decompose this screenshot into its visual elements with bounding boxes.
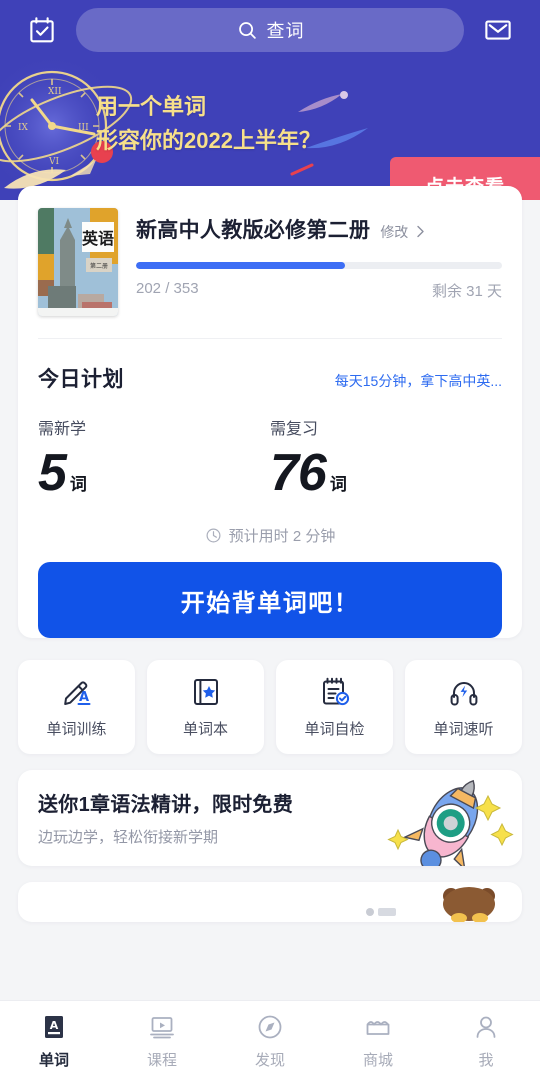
- svg-text:IX: IX: [18, 123, 29, 133]
- book-progress-bar: [136, 262, 502, 269]
- stat-unit: 词: [329, 475, 347, 494]
- search-icon: [238, 22, 256, 39]
- bottom-navigation: A 单词 课程 发现 商城 我: [0, 1000, 540, 1080]
- banner-line-2: 形容你的2022上半年？: [96, 128, 321, 154]
- banner-headline: 用一个单词 形容你的2022上半年？: [96, 90, 321, 158]
- nav-label: 课程: [146, 1051, 177, 1069]
- nav-item-courses[interactable]: 课程: [108, 1001, 216, 1080]
- headphones-bolt-icon: [450, 682, 477, 706]
- stat-new-words: 需新学 5 词: [38, 415, 270, 499]
- tile-word-selftest[interactable]: 单词自检: [276, 660, 393, 754]
- book-edit-button[interactable]: 修改: [380, 222, 425, 242]
- next-card-decoration: [366, 908, 396, 916]
- book-title-line: 新高中人教版必修第二册 修改: [136, 214, 502, 244]
- video-course-icon: [150, 1016, 174, 1038]
- svg-text:VI: VI: [48, 157, 59, 167]
- remaining-days: 剩余 31 天: [431, 283, 502, 300]
- plan-stats: 需新学 5 词 需复习 76 词: [18, 393, 522, 499]
- grammar-promo-card[interactable]: 送你1章语法精讲，限时免费 边玩边学，轻松衔接新学期: [18, 770, 522, 866]
- clock-icon: [206, 528, 221, 543]
- book-title: 新高中人教版必修第二册: [136, 219, 371, 242]
- tile-word-listening[interactable]: 单词速听: [405, 660, 522, 754]
- stat-number: 76: [270, 444, 327, 502]
- tile-word-book[interactable]: 单词本: [147, 660, 264, 754]
- compass-icon: [258, 1015, 282, 1038]
- estimated-time: 预计用时 2 分钟: [18, 525, 522, 546]
- notepad-check-icon: [322, 677, 349, 706]
- tile-word-training[interactable]: A 单词训练: [18, 660, 135, 754]
- nav-item-store[interactable]: 商城: [324, 1001, 432, 1080]
- svg-text:A: A: [78, 690, 88, 705]
- stat-label: 需新学: [38, 421, 87, 438]
- calendar-check-icon[interactable]: [22, 10, 62, 50]
- svg-text:第二册: 第二册: [90, 262, 108, 270]
- nav-item-words[interactable]: A 单词: [0, 1001, 108, 1080]
- main-content: 英语 第二册 新高中人教版必修第二册 修改 202 / 353 剩余 31 天 …: [0, 186, 540, 1000]
- next-card-peek[interactable]: [18, 882, 522, 922]
- estimated-time-text: 预计用时 2 分钟: [228, 528, 336, 545]
- nav-label: 商城: [362, 1051, 393, 1069]
- nav-label: 我: [478, 1051, 494, 1069]
- study-plan-card: 英语 第二册 新高中人教版必修第二册 修改 202 / 353 剩余 31 天 …: [18, 186, 522, 638]
- promo-banner[interactable]: XII III VI IX 用一个单词 形容你的2022上半年？: [0, 54, 540, 200]
- search-placeholder: 查词: [266, 21, 305, 41]
- top-header-area: 查词 XII III VI IX 用一个单词 形容你的2022上半年？: [0, 0, 540, 200]
- stat-number: 5: [38, 444, 67, 502]
- plan-promo-link[interactable]: 每天15分钟，拿下高中英...: [335, 371, 502, 391]
- svg-text:英语: 英语: [81, 229, 114, 248]
- rocket-sparkles-illustration: [387, 779, 514, 866]
- search-input[interactable]: 查词: [76, 8, 464, 52]
- start-study-button[interactable]: 开始背单词吧！: [38, 562, 502, 638]
- nav-item-discover[interactable]: 发现: [216, 1001, 324, 1080]
- banner-line-1: 用一个单词: [96, 94, 207, 119]
- book-a-icon: A: [45, 1015, 63, 1038]
- app-root: 查词 XII III VI IX 用一个单词 形容你的2022上半年？ 英语 第…: [0, 0, 540, 1080]
- chevron-right-icon: [417, 225, 424, 238]
- book-info: 新高中人教版必修第二册 修改 202 / 353 剩余 31 天: [136, 208, 502, 316]
- bear-illustration: [443, 887, 495, 922]
- book-cover-thumbnail[interactable]: 英语 第二册: [38, 208, 118, 316]
- nav-label: 单词: [38, 1051, 69, 1069]
- stat-review-words: 需复习 76 词: [270, 415, 502, 499]
- book-progress-meta: 202 / 353 剩余 31 天: [136, 280, 502, 301]
- stat-unit: 词: [69, 475, 87, 494]
- tile-label: 单词本: [182, 721, 228, 738]
- book-star-icon: [193, 679, 218, 705]
- pencil-letter-a-icon: A: [63, 681, 90, 705]
- tile-label: 单词训练: [46, 721, 107, 738]
- svg-text:A: A: [50, 1019, 59, 1032]
- stat-value: 76 词: [270, 447, 502, 499]
- stat-label: 需复习: [270, 421, 319, 438]
- stat-value: 5 词: [38, 447, 270, 499]
- progress-count: 202 / 353: [136, 280, 199, 297]
- person-icon: [476, 1016, 496, 1038]
- mail-envelope-icon[interactable]: [478, 10, 518, 50]
- plan-header: 今日计划 每天15分钟，拿下高中英...: [18, 339, 522, 393]
- nav-item-profile[interactable]: 我: [432, 1001, 540, 1080]
- book-progress-fill: [136, 262, 345, 269]
- book-row[interactable]: 英语 第二册 新高中人教版必修第二册 修改 202 / 353 剩余 31 天: [18, 186, 522, 316]
- store-icon: [366, 1020, 390, 1035]
- plan-title: 今日计划: [38, 368, 124, 391]
- book-edit-label: 修改: [380, 224, 409, 240]
- tile-label: 单词自检: [304, 721, 365, 738]
- nav-label: 发现: [254, 1051, 285, 1069]
- quick-action-tiles: A 单词训练 单词本 单词自检 单词速听: [0, 660, 540, 754]
- tile-label: 单词速听: [433, 721, 494, 738]
